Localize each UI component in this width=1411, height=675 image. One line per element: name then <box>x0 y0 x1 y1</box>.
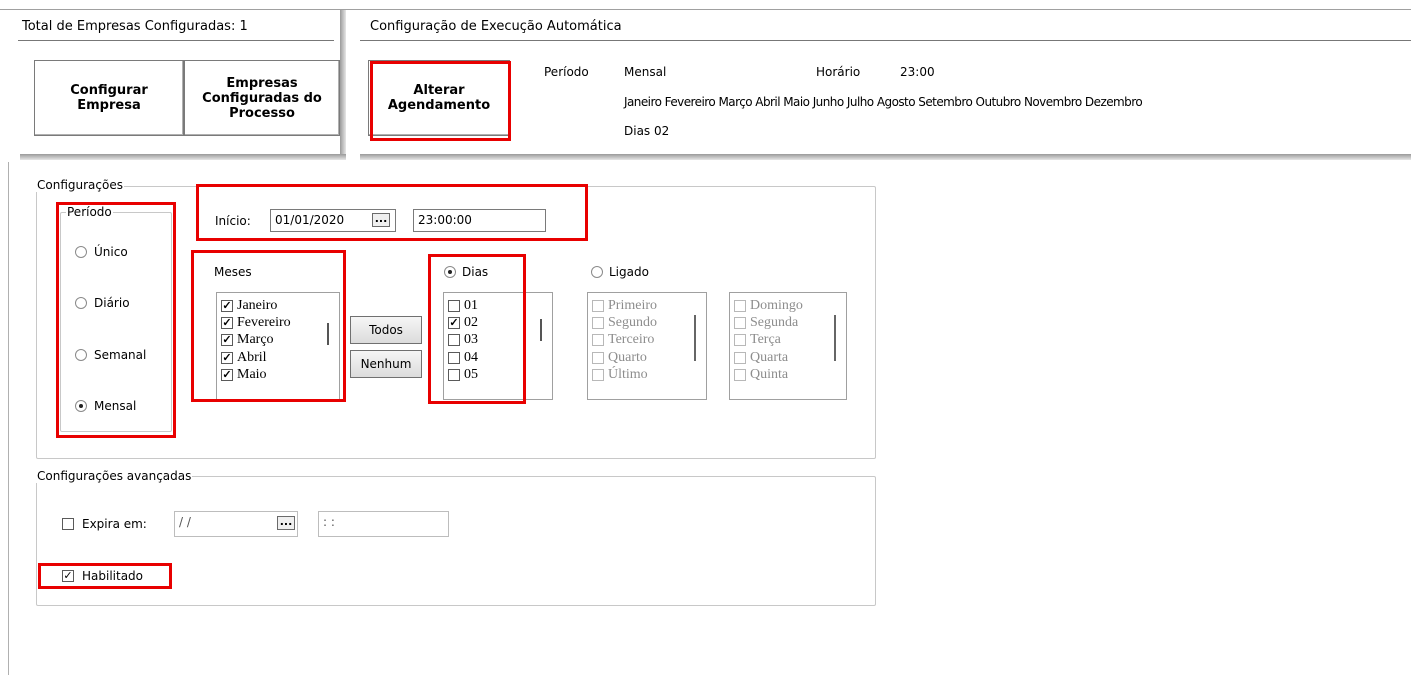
scrollbar-thumb[interactable] <box>834 315 836 361</box>
window-left-edge <box>8 162 9 675</box>
panel-title-underline <box>18 40 334 41</box>
highlight-meses <box>191 250 346 402</box>
configurar-empresa-button[interactable]: Configurar Empresa <box>34 60 184 136</box>
highlight-inicio <box>196 184 588 241</box>
list-item: Segundo <box>592 314 657 331</box>
list-item: Segunda <box>734 314 798 331</box>
empresas-configuradas-button[interactable]: Empresas Configuradas do Processo <box>184 60 340 136</box>
configuracoes-title: Configurações <box>36 178 124 192</box>
highlight-habilitado <box>38 563 172 589</box>
panel-shadow-h <box>20 154 346 160</box>
expira-label: Expira em: <box>82 517 147 531</box>
schedule-meses-text: Janeiro Fevereiro Março Abril Maio Junho… <box>624 95 1143 109</box>
expira-time-input[interactable]: : : <box>318 511 449 537</box>
empresas-panel: Total de Empresas Configuradas: 1 Config… <box>10 10 340 154</box>
list-item: Quarta <box>734 349 788 366</box>
highlight-periodo <box>56 202 176 438</box>
avancadas-title: Configurações avançadas <box>36 469 193 483</box>
total-empresas-label: Total de Empresas Configuradas: 1 <box>22 19 248 34</box>
list-item: Quarto <box>592 349 647 366</box>
highlight-alterar <box>370 61 511 141</box>
scrollbar-thumb[interactable] <box>694 315 696 361</box>
expira-date-picker-button[interactable]: ... <box>277 516 295 530</box>
panel-title-underline <box>360 40 1411 41</box>
list-item: Domingo <box>734 297 803 314</box>
nenhum-button[interactable]: Nenhum <box>350 350 422 378</box>
list-item: Primeiro <box>592 297 657 314</box>
list-item: Terceiro <box>592 331 654 348</box>
radio-ligado-label: Ligado <box>609 265 649 279</box>
todos-button[interactable]: Todos <box>350 316 422 344</box>
schedule-horario-label: Horário <box>816 65 861 79</box>
panel-shadow-v <box>340 10 346 160</box>
weekday-listbox[interactable]: Domingo Segunda Terça Quarta Quinta <box>729 292 847 400</box>
config-execucao-title: Configuração de Execução Automática <box>370 19 622 34</box>
list-item: Último <box>592 366 648 383</box>
agendamento-panel: Configuração de Execução Automática Alte… <box>354 10 1411 154</box>
list-item: Quinta <box>734 366 788 383</box>
highlight-dias <box>428 254 526 404</box>
scrollbar-thumb[interactable] <box>540 319 542 341</box>
schedule-dias-label: Dias <box>624 124 651 138</box>
ordinal-listbox[interactable]: Primeiro Segundo Terceiro Quarto Último <box>587 292 707 400</box>
schedule-periodo-label: Período <box>544 65 589 79</box>
list-item: Terça <box>734 331 781 348</box>
radio-ligado[interactable] <box>591 266 603 278</box>
schedule-horario-value: 23:00 <box>900 65 935 79</box>
panel-shadow-h <box>360 154 1411 160</box>
schedule-dias-value: 02 <box>654 124 670 138</box>
expira-checkbox[interactable] <box>62 518 74 530</box>
schedule-periodo-value: Mensal <box>624 65 667 79</box>
